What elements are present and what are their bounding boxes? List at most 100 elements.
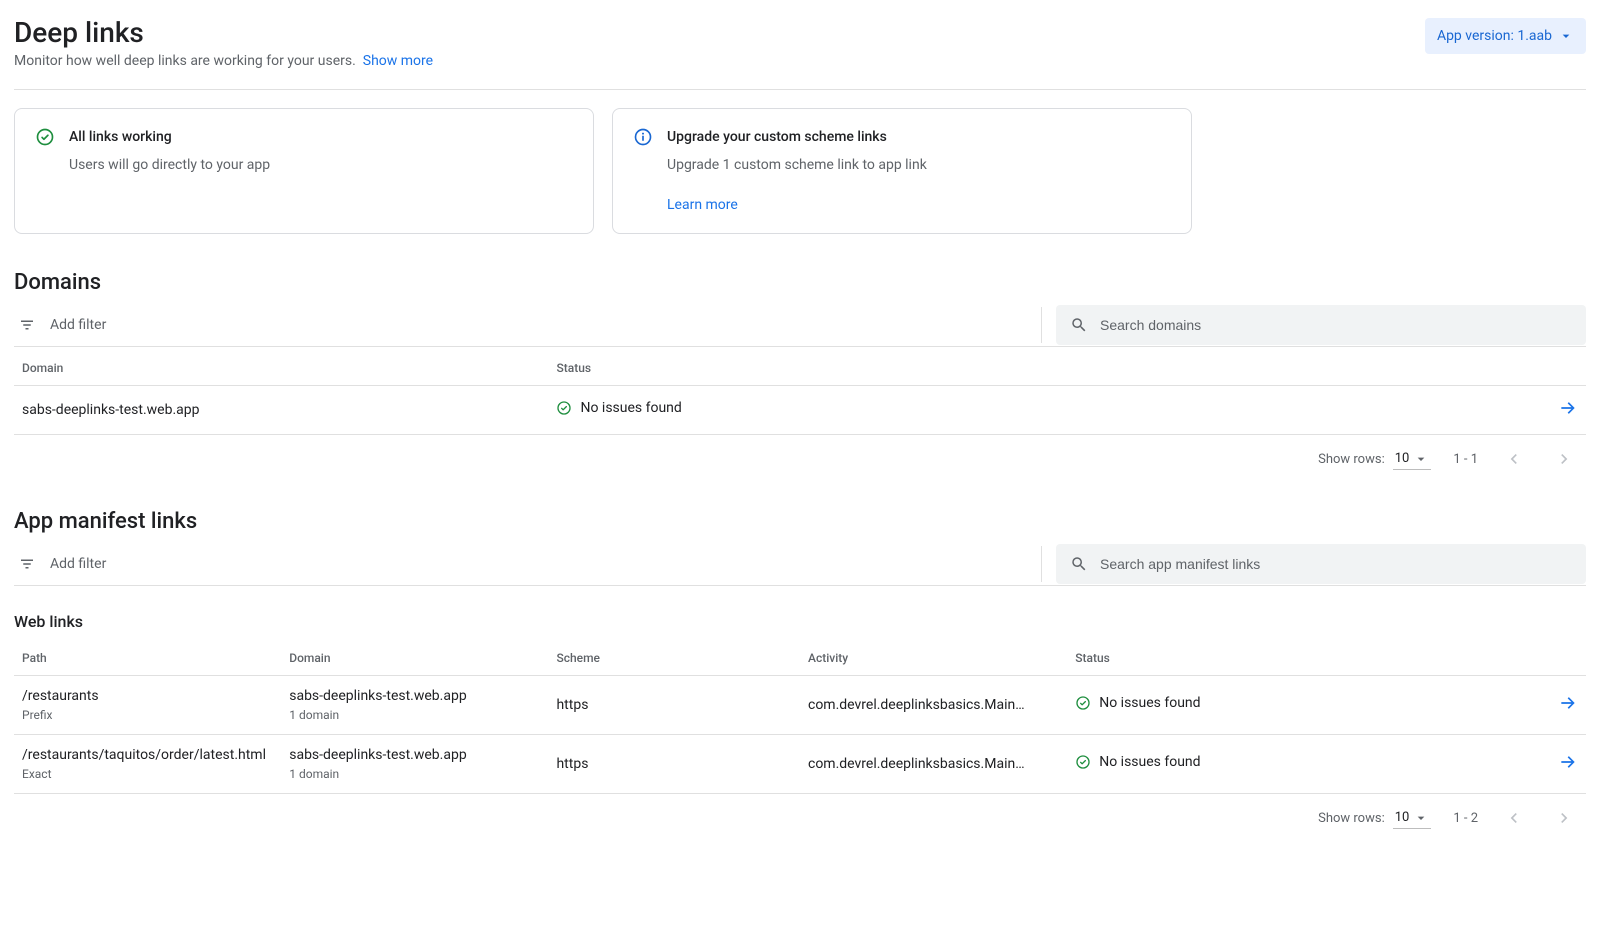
learn-more-link[interactable]: Learn more: [667, 197, 1171, 213]
add-filter-button[interactable]: Add filter: [14, 316, 106, 334]
domains-search[interactable]: [1056, 305, 1586, 345]
domain-text: sabs-deeplinks-test.web.app: [289, 688, 540, 704]
card-title: All links working: [69, 129, 172, 145]
cell-activity: com.devrel.deeplinksbasics.MainActiv…: [800, 676, 1067, 735]
domains-pager: Show rows: 10 1 - 1: [14, 435, 1586, 473]
col-activity: Activity: [800, 637, 1067, 676]
app-version-dropdown[interactable]: App version: 1.aab: [1425, 18, 1586, 54]
activity-text: com.devrel.deeplinksbasics.MainActiv…: [808, 697, 1028, 713]
card-all-links-working: All links working Users will go directly…: [14, 108, 594, 234]
manifest-search[interactable]: [1056, 544, 1586, 584]
manifest-search-input[interactable]: [1098, 555, 1572, 573]
show-rows-label: Show rows:: [1318, 811, 1385, 826]
status-cards: All links working Users will go directly…: [14, 108, 1586, 234]
domain-subtext: 1 domain: [289, 708, 540, 722]
activity-text: com.devrel.deeplinksbasics.MainActiv…: [808, 756, 1028, 772]
cell-status: No issues found: [1067, 735, 1546, 794]
cell-status: No issues found: [548, 386, 1546, 435]
header-separator: [14, 89, 1586, 90]
card-title: Upgrade your custom scheme links: [667, 129, 887, 145]
check-circle-icon: [35, 127, 55, 147]
domains-heading: Domains: [14, 270, 1586, 295]
next-page-button[interactable]: [1550, 804, 1578, 832]
add-filter-label: Add filter: [50, 556, 106, 572]
status-text: No issues found: [580, 400, 681, 416]
prev-page-button[interactable]: [1500, 445, 1528, 473]
table-row[interactable]: /restaurants Prefix sabs-deeplinks-test.…: [14, 676, 1586, 735]
chevron-down-icon: [1558, 28, 1574, 44]
chevron-right-icon: [1554, 808, 1574, 828]
card-upgrade-scheme: Upgrade your custom scheme links Upgrade…: [612, 108, 1192, 234]
chevron-right-icon: [1554, 449, 1574, 469]
col-domain: Domain: [14, 347, 548, 386]
rows-per-page-select[interactable]: 10: [1393, 808, 1432, 829]
domains-filter-row: Add filter: [14, 303, 1586, 347]
rows-value: 10: [1395, 810, 1410, 825]
vertical-separator: [1041, 546, 1042, 582]
manifest-filter-row: Add filter: [14, 542, 1586, 586]
domains-table: Domain Status sabs-deeplinks-test.web.ap…: [14, 347, 1586, 435]
vertical-separator: [1041, 307, 1042, 343]
prev-page-button[interactable]: [1500, 804, 1528, 832]
cell-scheme: https: [548, 735, 800, 794]
check-circle-icon: [1075, 754, 1091, 770]
chevron-left-icon: [1504, 449, 1524, 469]
chevron-down-icon: [1413, 451, 1429, 467]
row-arrow-button[interactable]: [1558, 693, 1578, 713]
cell-domain: sabs-deeplinks-test.web.app 1 domain: [281, 676, 548, 735]
check-circle-icon: [1075, 695, 1091, 711]
card-body: Users will go directly to your app: [69, 157, 573, 173]
arrow-right-icon: [1558, 693, 1578, 713]
page-range: 1 - 1: [1453, 452, 1478, 467]
row-arrow-button[interactable]: [1558, 398, 1578, 418]
table-row[interactable]: /restaurants/taquitos/order/latest.html …: [14, 735, 1586, 794]
path-subtext: Exact: [22, 767, 273, 781]
search-icon: [1070, 316, 1088, 334]
path-subtext: Prefix: [22, 708, 273, 722]
page-title: Deep links: [14, 16, 433, 49]
manifest-heading: App manifest links: [14, 509, 1586, 534]
add-filter-button[interactable]: Add filter: [14, 555, 106, 573]
status-text: No issues found: [1099, 754, 1200, 770]
weblinks-table: Path Domain Scheme Activity Status /rest…: [14, 637, 1586, 794]
cell-domain: sabs-deeplinks-test.web.app: [14, 386, 548, 435]
add-filter-label: Add filter: [50, 317, 106, 333]
next-page-button[interactable]: [1550, 445, 1578, 473]
cell-path: /restaurants/taquitos/order/latest.html …: [14, 735, 281, 794]
col-path: Path: [14, 637, 281, 676]
col-domain: Domain: [281, 637, 548, 676]
show-more-link[interactable]: Show more: [363, 53, 433, 69]
chevron-left-icon: [1504, 808, 1524, 828]
arrow-right-icon: [1558, 752, 1578, 772]
search-icon: [1070, 555, 1088, 573]
show-rows-label: Show rows:: [1318, 452, 1385, 467]
domain-text: sabs-deeplinks-test.web.app: [289, 747, 540, 763]
status-text: No issues found: [1099, 695, 1200, 711]
weblinks-pager: Show rows: 10 1 - 2: [14, 794, 1586, 832]
cell-domain: sabs-deeplinks-test.web.app 1 domain: [281, 735, 548, 794]
domain-subtext: 1 domain: [289, 767, 540, 781]
check-circle-icon: [556, 400, 572, 416]
filter-icon: [18, 555, 36, 573]
rows-per-page-select[interactable]: 10: [1393, 449, 1432, 470]
page-range: 1 - 2: [1453, 811, 1478, 826]
cell-activity: com.devrel.deeplinksbasics.MainActiv…: [800, 735, 1067, 794]
table-row[interactable]: sabs-deeplinks-test.web.app No issues fo…: [14, 386, 1586, 435]
info-icon: [633, 127, 653, 147]
subtitle-text: Monitor how well deep links are working …: [14, 53, 356, 69]
app-version-label: App version: 1.aab: [1437, 28, 1552, 44]
path-text: /restaurants: [22, 688, 273, 704]
page-subtitle: Monitor how well deep links are working …: [14, 53, 433, 69]
col-status: Status: [1067, 637, 1546, 676]
domains-search-input[interactable]: [1098, 316, 1572, 334]
cell-status: No issues found: [1067, 676, 1546, 735]
chevron-down-icon: [1413, 810, 1429, 826]
row-arrow-button[interactable]: [1558, 752, 1578, 772]
col-status: Status: [548, 347, 1546, 386]
col-scheme: Scheme: [548, 637, 800, 676]
path-text: /restaurants/taquitos/order/latest.html: [22, 747, 273, 763]
cell-path: /restaurants Prefix: [14, 676, 281, 735]
rows-value: 10: [1395, 451, 1410, 466]
filter-icon: [18, 316, 36, 334]
arrow-right-icon: [1558, 398, 1578, 418]
